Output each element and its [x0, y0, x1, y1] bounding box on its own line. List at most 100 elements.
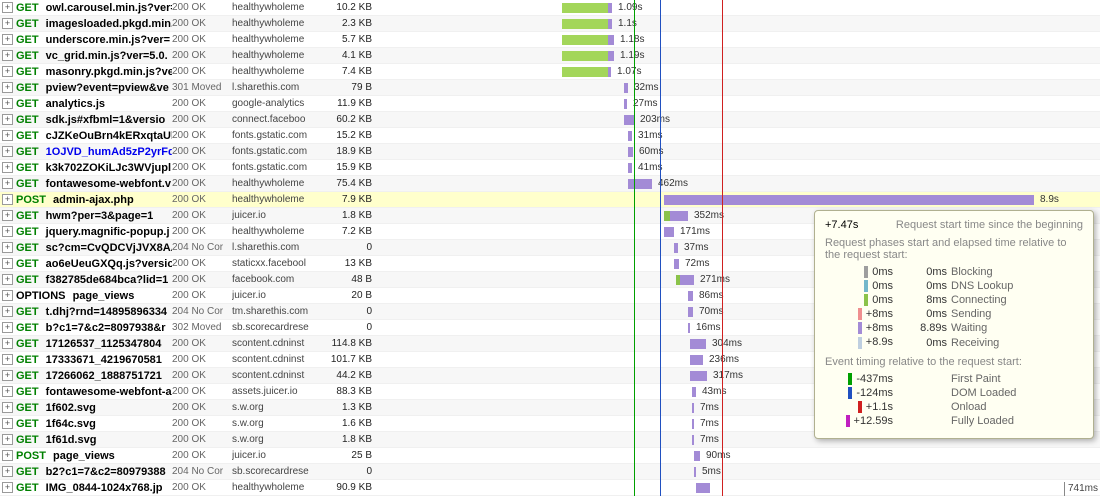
- timeline-cell[interactable]: 32ms: [378, 80, 1100, 96]
- request-name[interactable]: GET sc?cm=CvQDCVjJVX8AA: [16, 240, 172, 256]
- expand-icon[interactable]: +: [2, 322, 13, 333]
- expand-icon[interactable]: +: [2, 354, 13, 365]
- request-row[interactable]: +GET cJZKeOuBrn4kERxqtaUl200 OKfonts.gst…: [0, 128, 1100, 144]
- expand-icon[interactable]: +: [2, 18, 13, 29]
- request-name[interactable]: GET 17333671_4219670581: [16, 352, 172, 368]
- timing-bar[interactable]: [688, 291, 693, 301]
- expand-icon[interactable]: +: [2, 226, 13, 237]
- request-row[interactable]: +GET IMG_0844-1024x768.jp200 OKhealthywh…: [0, 480, 1100, 496]
- request-row[interactable]: +POST page_views200 OKjuicer.io25 B90ms: [0, 448, 1100, 464]
- timing-bar[interactable]: [664, 195, 1034, 205]
- timing-bar[interactable]: [688, 323, 690, 333]
- expand-icon[interactable]: +: [2, 418, 13, 429]
- request-name[interactable]: GET sdk.js#xfbml=1&versio: [16, 112, 172, 128]
- timing-bar[interactable]: [628, 147, 633, 157]
- request-name[interactable]: GET k3k702ZOKiLJc3WVjupl: [16, 160, 172, 176]
- expand-icon[interactable]: +: [2, 274, 13, 285]
- request-name[interactable]: GET b2?c1=7&c2=80979388: [16, 464, 172, 480]
- request-name[interactable]: GET pview?event=pview&ve: [16, 80, 172, 96]
- timeline-cell[interactable]: 31ms: [378, 128, 1100, 144]
- timing-bar[interactable]: [690, 339, 706, 349]
- request-row[interactable]: +GET fontawesome-webfont.v200 OKhealthyw…: [0, 176, 1100, 192]
- expand-icon[interactable]: +: [2, 82, 13, 93]
- request-name[interactable]: GET jquery.magnific-popup.j: [16, 224, 172, 240]
- request-name[interactable]: GET imagesloaded.pkgd.min.: [16, 16, 172, 32]
- expand-icon[interactable]: +: [2, 466, 13, 477]
- request-row[interactable]: +GET imagesloaded.pkgd.min.200 OKhealthy…: [0, 16, 1100, 32]
- request-name[interactable]: GET fontawesome-webfont-a: [16, 384, 172, 400]
- request-name[interactable]: GET masonry.pkgd.min.js?ve: [16, 64, 172, 80]
- timing-bar[interactable]: [674, 259, 679, 269]
- request-row[interactable]: +POST admin-ajax.php200 OKhealthywholeme…: [0, 192, 1100, 208]
- request-name[interactable]: GET 17266062_1888751721: [16, 368, 172, 384]
- timing-bar[interactable]: [624, 99, 627, 109]
- expand-icon[interactable]: +: [2, 194, 13, 205]
- expand-icon[interactable]: +: [2, 162, 13, 173]
- timeline-cell[interactable]: 27ms: [378, 96, 1100, 112]
- expand-icon[interactable]: +: [2, 242, 13, 253]
- request-name[interactable]: GET 1OJVD_humAd5zP2yrFq: [16, 144, 172, 160]
- request-name[interactable]: GET ao6eUeuGXQq.js?versio: [16, 256, 172, 272]
- timeline-cell[interactable]: 1.09s: [378, 0, 1100, 16]
- timing-bar[interactable]: [676, 275, 694, 285]
- expand-icon[interactable]: +: [2, 306, 13, 317]
- timing-bar[interactable]: [628, 179, 652, 189]
- timing-bar[interactable]: [694, 467, 696, 477]
- timing-bar[interactable]: [692, 387, 696, 397]
- timing-bar[interactable]: [628, 131, 632, 141]
- request-name[interactable]: GET owl.carousel.min.js?ver=: [16, 0, 172, 16]
- request-name[interactable]: GET fontawesome-webfont.v: [16, 176, 172, 192]
- timeline-cell[interactable]: 8.9s: [378, 192, 1100, 208]
- timing-bar[interactable]: [692, 403, 694, 413]
- timing-bar[interactable]: [690, 371, 707, 381]
- request-name[interactable]: GET b?c1=7&c2=8097938&r: [16, 320, 172, 336]
- expand-icon[interactable]: +: [2, 50, 13, 61]
- expand-icon[interactable]: +: [2, 258, 13, 269]
- timing-bar[interactable]: [664, 227, 674, 237]
- timing-bar[interactable]: [674, 243, 678, 253]
- timeline-cell[interactable]: 1.07s: [378, 64, 1100, 80]
- timeline-cell[interactable]: 60ms: [378, 144, 1100, 160]
- expand-icon[interactable]: +: [2, 130, 13, 141]
- timeline-cell[interactable]: 203ms: [378, 112, 1100, 128]
- expand-icon[interactable]: +: [2, 402, 13, 413]
- timeline-cell[interactable]: 1.19s: [378, 48, 1100, 64]
- timeline-cell[interactable]: 1.1s: [378, 16, 1100, 32]
- timeline-cell[interactable]: 462ms: [378, 176, 1100, 192]
- request-name[interactable]: GET 1f602.svg: [16, 400, 172, 416]
- expand-icon[interactable]: +: [2, 114, 13, 125]
- request-name[interactable]: GET 1f64c.svg: [16, 416, 172, 432]
- timing-bar[interactable]: [624, 83, 628, 93]
- request-row[interactable]: +GET pview?event=pview&ve301 Movedl.shar…: [0, 80, 1100, 96]
- request-row[interactable]: +GET vc_grid.min.js?ver=5.0.200 OKhealth…: [0, 48, 1100, 64]
- timing-bar[interactable]: [562, 67, 611, 77]
- request-name[interactable]: GET hwm?per=3&page=1: [16, 208, 172, 224]
- expand-icon[interactable]: +: [2, 98, 13, 109]
- request-row[interactable]: +GET b2?c1=7&c2=80979388204 No Corsb.sco…: [0, 464, 1100, 480]
- request-row[interactable]: +GET k3k702ZOKiLJc3WVjupl200 OKfonts.gst…: [0, 160, 1100, 176]
- timeline-cell[interactable]: [378, 480, 1100, 496]
- timing-bar[interactable]: [628, 163, 632, 173]
- request-name[interactable]: OPTIONS page_views: [16, 288, 172, 304]
- expand-icon[interactable]: +: [2, 34, 13, 45]
- expand-icon[interactable]: +: [2, 482, 13, 493]
- timing-bar[interactable]: [688, 307, 693, 317]
- timing-bar[interactable]: [562, 19, 612, 29]
- request-row[interactable]: +GET analytics.js200 OKgoogle-analytics1…: [0, 96, 1100, 112]
- expand-icon[interactable]: +: [2, 370, 13, 381]
- request-row[interactable]: +GET owl.carousel.min.js?ver=200 OKhealt…: [0, 0, 1100, 16]
- timing-bar[interactable]: [692, 435, 694, 445]
- expand-icon[interactable]: +: [2, 290, 13, 301]
- request-name[interactable]: GET IMG_0844-1024x768.jp: [16, 480, 172, 496]
- expand-icon[interactable]: +: [2, 434, 13, 445]
- timeline-cell[interactable]: 90ms: [378, 448, 1100, 464]
- expand-icon[interactable]: +: [2, 386, 13, 397]
- request-name[interactable]: GET f382785de684bca?lid=1: [16, 272, 172, 288]
- expand-icon[interactable]: +: [2, 210, 13, 221]
- request-name[interactable]: GET underscore.min.js?ver=: [16, 32, 172, 48]
- request-row[interactable]: +GET underscore.min.js?ver=200 OKhealthy…: [0, 32, 1100, 48]
- request-row[interactable]: +GET 1OJVD_humAd5zP2yrFq200 OKfonts.gsta…: [0, 144, 1100, 160]
- request-row[interactable]: +GET sdk.js#xfbml=1&versio200 OKconnect.…: [0, 112, 1100, 128]
- expand-icon[interactable]: +: [2, 2, 13, 13]
- expand-icon[interactable]: +: [2, 146, 13, 157]
